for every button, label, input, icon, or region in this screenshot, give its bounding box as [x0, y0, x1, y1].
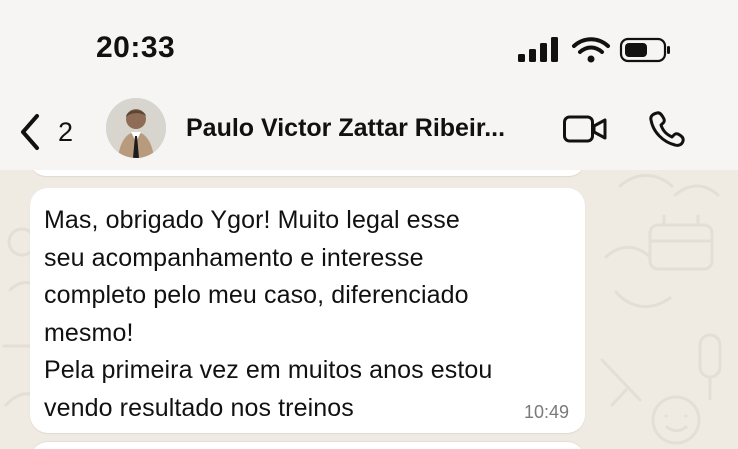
status-bar: 20:33	[0, 0, 738, 90]
contact-avatar[interactable]	[106, 98, 166, 158]
video-call-icon[interactable]	[563, 114, 607, 144]
cellular-signal-icon	[518, 37, 558, 62]
next-message-bubble[interactable]	[30, 442, 585, 449]
status-time: 20:33	[96, 31, 176, 64]
message-line: seu acompanhamento e interesse	[44, 243, 424, 272]
wifi-icon	[572, 37, 610, 63]
message-timestamp: 10:49	[523, 402, 569, 422]
chevron-left-icon	[21, 114, 39, 150]
contact-name[interactable]: Paulo Victor Zattar Ribeir...	[186, 114, 536, 143]
message-line: Pela primeira vez em muitos anos estou	[44, 356, 493, 384]
battery-icon	[619, 37, 670, 63]
avatar-image	[106, 98, 166, 158]
chat-header: 2 Paulo Victor Zattar Ribeir...	[0, 90, 738, 170]
unread-count: 2	[58, 116, 74, 147]
message-line: vendo resultado nos treinos	[44, 393, 354, 422]
message-text: Mas, obrigado Ygor! Muito legal esse seu…	[44, 202, 564, 427]
message-line: completo pelo meu caso, diferenciado	[44, 281, 469, 309]
back-button[interactable]: 2	[18, 112, 78, 152]
chat-area: Mas, obrigado Ygor! Muito legal esse seu…	[0, 170, 738, 449]
message-line: mesmo!	[44, 318, 134, 347]
message-line: Mas, obrigado Ygor! Muito legal esse	[44, 206, 460, 234]
incoming-message-bubble[interactable]: Mas, obrigado Ygor! Muito legal esse seu…	[30, 188, 585, 433]
phone-call-icon[interactable]	[648, 110, 686, 148]
status-icons	[518, 37, 670, 63]
previous-message-bubble[interactable]	[30, 170, 585, 176]
